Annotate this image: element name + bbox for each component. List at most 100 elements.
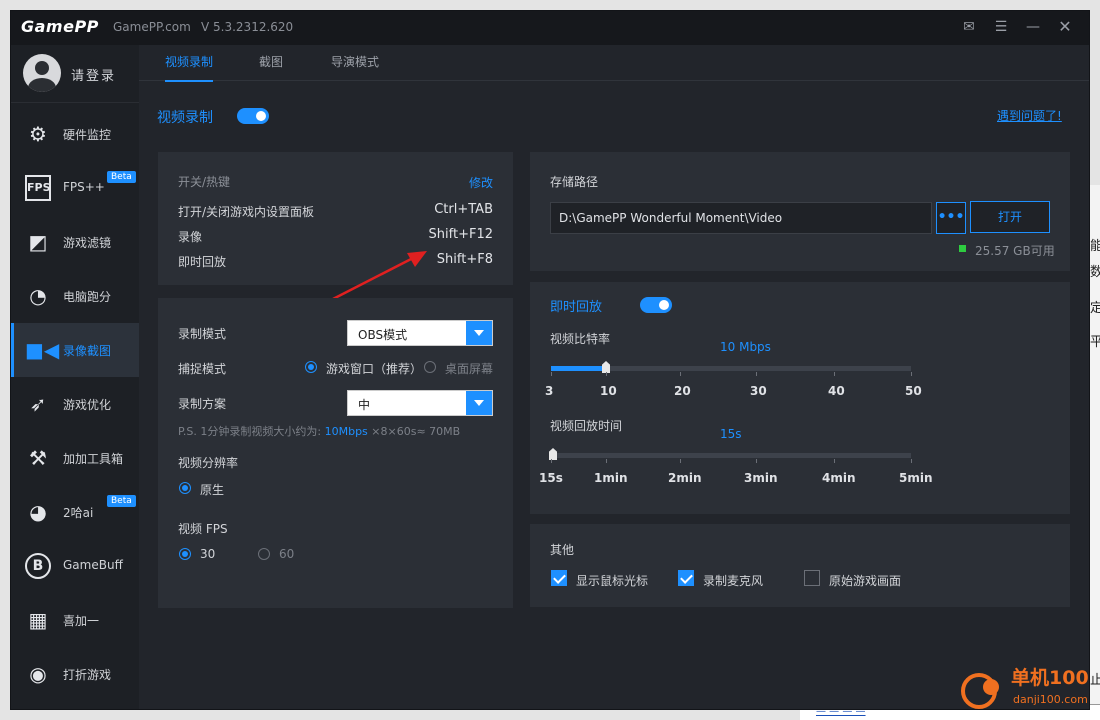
gift-icon: ▦ [28,608,48,632]
close-icon[interactable]: ✕ [1055,17,1075,37]
bg-char: 止 [1090,673,1100,688]
resolution-native-radio[interactable] [179,482,191,494]
slider-tick [756,459,757,463]
sidebar-item-label: 游戏滤镜 [63,236,112,250]
sidebar-item-label: GameBuff [63,558,123,572]
active-tab-underline [165,80,213,82]
sidebar-item-recording[interactable]: ■◀ 录像截图 [11,323,139,377]
hotkey-value: Shift+F8 [436,252,493,267]
hotkey-value: Shift+F12 [428,227,493,242]
slider-tick-label: 1min [594,471,628,485]
raw-game-screen-checkbox[interactable] [804,570,820,586]
sidebar-item-label: 2哈ai [63,506,94,520]
bg-char: 平 [1090,335,1100,350]
slider-tick-label: 40 [828,384,845,398]
open-folder-button[interactable]: 打开 [970,201,1050,233]
capture-opt1-label[interactable]: 游戏窗口（推荐） [326,360,422,377]
video-camera-icon: ■◀ [25,338,60,362]
slider-tick [911,459,912,463]
discount-icon: ◉ [29,662,47,686]
fps-30-label[interactable]: 30 [200,547,215,561]
sidebar-item-label: 打折游戏 [63,668,112,682]
storage-path-input[interactable]: D:\GamePP Wonderful Moment\Video [550,202,932,234]
benchmark-icon: ◔ [29,284,47,308]
record-mode-select[interactable]: OBS模式 [347,320,493,346]
hardware-monitor-icon: ⚙ [29,122,47,146]
menu-icon[interactable]: ☰ [991,17,1011,37]
sidebar-item-discount[interactable]: ◉ 打折游戏 [11,647,139,701]
replay-title: 即时回放 [550,300,603,315]
sidebar-item-toolbox[interactable]: ⚒ 加加工具箱 [11,431,139,485]
hotkey-label: 录像 [178,230,203,244]
avatar[interactable] [23,54,61,92]
watermark-text: 单机100网 [1011,667,1089,689]
sidebar-item-gamebuff[interactable]: B GameBuff [11,539,139,593]
record-scheme-select[interactable]: 中 [347,390,493,416]
sidebar-item-2haai[interactable]: ◕ 2哈ai Beta [11,485,139,539]
size-note-prefix: P.S. 1分钟录制视频大小约为: [178,425,322,438]
capture-opt2-label[interactable]: 桌面屏幕 [445,360,493,377]
replay-time-slider[interactable] [549,448,911,460]
bitrate-label: 视频比特率 [550,332,611,346]
fps-label: 视频 FPS [178,522,228,536]
hotkeys-header: 开关/热键 [178,175,231,189]
bitrate-slider-fill [551,366,606,371]
size-note-suffix: ×8×60s≈ 70MB [371,425,461,438]
show-cursor-label[interactable]: 显示鼠标光标 [576,572,648,589]
record-settings-panel: 录制模式 OBS模式 捕捉模式 游戏窗口（推荐） 桌面屏幕 录制方案 中 P.S… [158,298,513,608]
minimize-icon[interactable]: — [1023,17,1043,37]
sidebar-item-optimize[interactable]: ➶ 游戏优化 [11,377,139,431]
slider-tick-label: 15s [539,471,563,485]
sidebar-item-filter[interactable]: ◩ 游戏滤镜 [11,215,139,269]
slider-tick [551,372,552,376]
bitrate-slider[interactable] [551,361,911,373]
help-link[interactable]: 遇到问题了! [997,107,1062,124]
slider-tick-label: 30 [750,384,767,398]
edit-hotkeys-link[interactable]: 修改 [469,174,493,191]
record-mic-label[interactable]: 录制麦克风 [703,572,763,589]
browse-button[interactable]: ••• [936,202,966,234]
bitrate-value: 10 Mbps [720,340,771,354]
record-mode-label: 录制模式 [178,327,227,341]
site-label: GamePP.com [113,20,191,34]
tab-director-mode[interactable]: 导演模式 [331,53,379,70]
show-cursor-checkbox[interactable] [551,570,567,586]
tab-video-record[interactable]: 视频录制 [165,53,213,70]
slider-tick-label: 5min [899,471,933,485]
sidebar-item-label: FPS++ [63,180,105,194]
sidebar-item-label: 录像截图 [63,344,112,358]
sidebar-item-label: 加加工具箱 [63,452,124,466]
gamepp-window: GamePP GamePP.com V 5.3.2312.620 ✉ ☰ — ✕… [10,10,1090,710]
app-logo: GamePP [21,17,99,36]
capture-desktop-radio[interactable] [424,361,436,373]
storage-label: 存储路径 [550,175,599,189]
record-mic-checkbox[interactable] [678,570,694,586]
fps-icon: FPS [25,175,51,201]
login-area[interactable]: 请登录 [11,45,139,103]
capture-game-window-radio[interactable] [305,361,317,373]
slider-tick-label: 20 [674,384,691,398]
free-space-label: 25.57 GB可用 [975,244,1055,258]
mail-icon[interactable]: ✉ [959,17,979,37]
game-filter-icon: ◩ [28,230,48,254]
husky-icon: ◕ [29,500,47,524]
record-toggle[interactable] [237,108,269,124]
login-label[interactable]: 请登录 [71,65,116,84]
slider-tick [834,372,835,376]
annotation-arrow [332,251,427,301]
tab-screenshot[interactable]: 截图 [259,53,283,70]
sidebar-item-benchmark[interactable]: ◔ 电脑跑分 [11,269,139,323]
rocket-icon: ➶ [29,392,47,416]
replay-toggle[interactable] [640,297,672,313]
sidebar-item-hardware[interactable]: ⚙ 硬件监控 [11,107,139,161]
resolution-native-label[interactable]: 原生 [200,481,224,498]
sidebar-item-gift[interactable]: ▦ 喜加一 [11,593,139,647]
replay-time-value: 15s [720,427,742,441]
sidebar-item-fps[interactable]: FPS FPS++ Beta [11,161,139,215]
fps-30-radio[interactable] [179,548,191,560]
fps-60-radio[interactable] [258,548,270,560]
fps-60-label[interactable]: 60 [279,547,294,561]
raw-game-screen-label[interactable]: 原始游戏画面 [829,572,901,589]
slider-tick [551,459,552,463]
sidebar: 请登录 ⚙ 硬件监控 FPS FPS++ Beta ◩ 游戏滤镜 ◔ 电脑跑分 … [11,45,139,709]
